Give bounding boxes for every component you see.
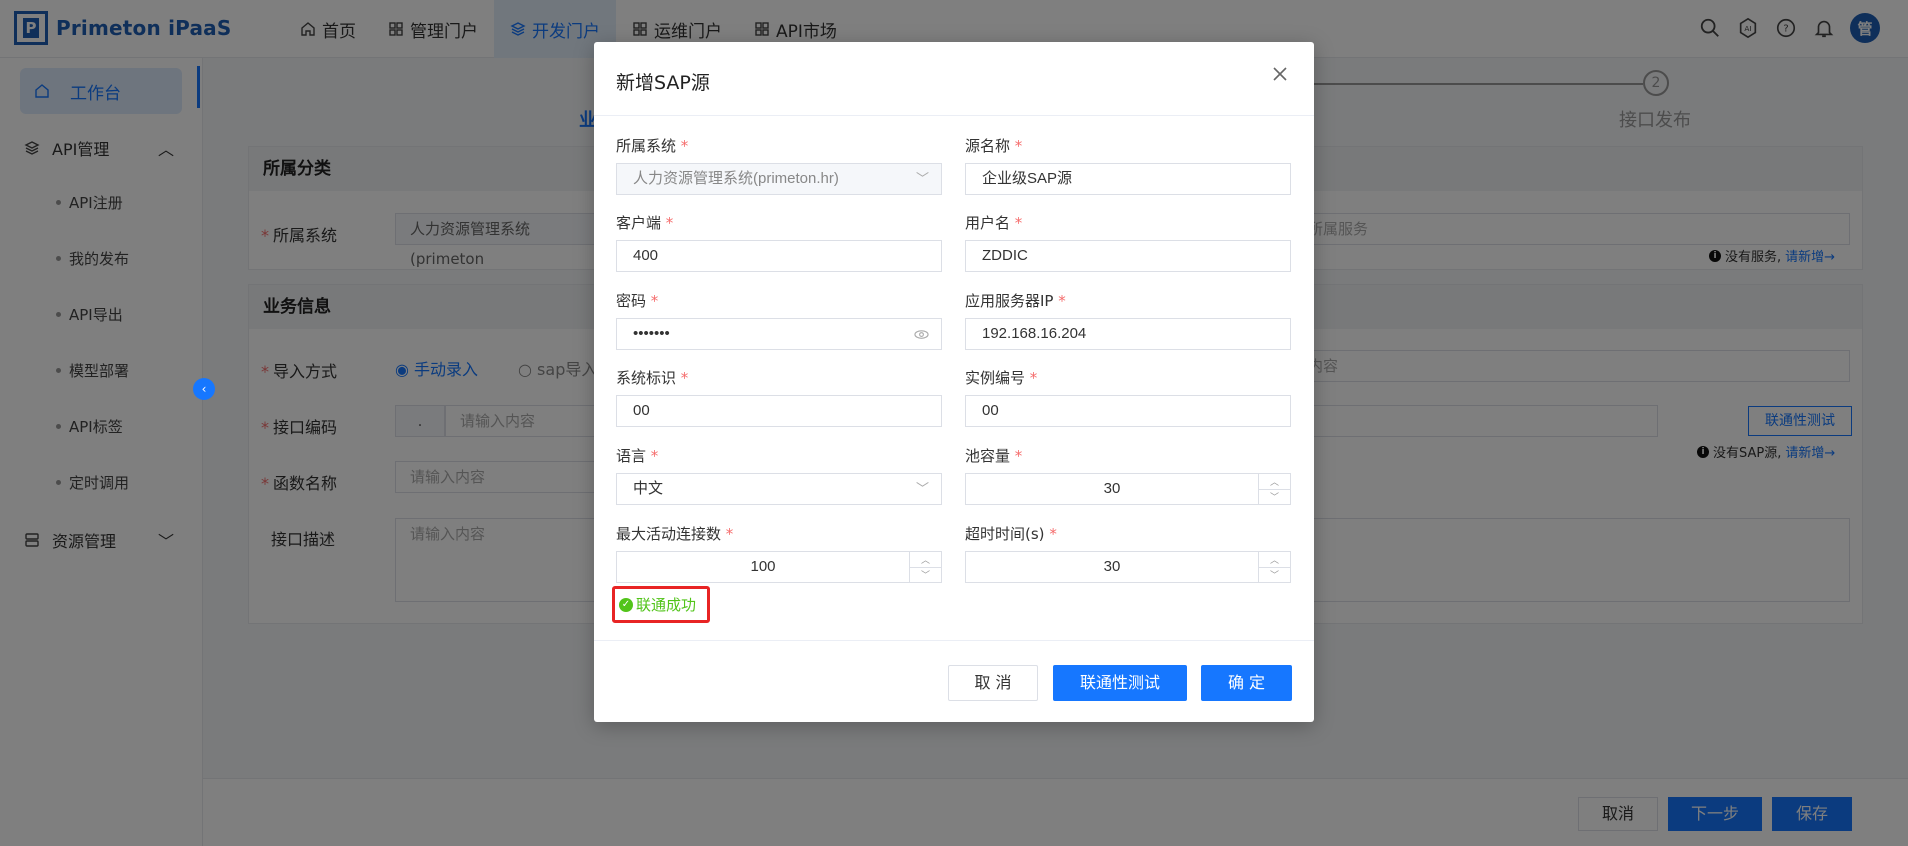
instance-no-input[interactable]: 00	[965, 395, 1291, 427]
dialog-title: 新增SAP源	[616, 72, 710, 94]
add-sap-source-dialog: 新增SAP源 所属系统 * 人力资源管理系统(primeton.hr) ﹀ 源名称…	[594, 42, 1314, 722]
close-icon[interactable]	[1270, 64, 1292, 86]
timeout-spin: ︿ ﹀	[1258, 552, 1290, 582]
sidebar-collapse-icon[interactable]: ‹	[193, 378, 215, 400]
max-conn-label-text: 最大活动连接数	[616, 525, 722, 543]
password-value: •••••••	[633, 325, 670, 342]
system-field-label: 所属系统 *	[616, 137, 689, 155]
username-input[interactable]: ZDDIC	[965, 240, 1291, 272]
max-conn-stepper[interactable]: 100 ︿ ﹀	[616, 551, 942, 583]
password-label-text: 密码	[616, 292, 647, 310]
timeout-label-text: 超时时间(s)	[965, 525, 1045, 543]
connection-success-message: ✓ 联通成功	[612, 586, 710, 623]
increment-icon[interactable]: ︿	[910, 552, 941, 568]
source-name-label-text: 源名称	[965, 137, 1011, 155]
source-name-input[interactable]: 企业级SAP源	[965, 163, 1291, 195]
timeout-stepper[interactable]: 30 ︿ ﹀	[965, 551, 1291, 583]
connection-success-text: 联通成功	[636, 596, 697, 614]
system-id-label: 系统标识 *	[616, 369, 689, 387]
pool-size-value: 30	[1103, 480, 1121, 497]
password-input[interactable]: •••••••	[616, 318, 942, 350]
instance-no-label: 实例编号 *	[965, 369, 1038, 387]
client-label: 客户端 *	[616, 214, 674, 232]
chevron-down-icon: ﹀	[915, 171, 929, 186]
max-conn-spin: ︿ ﹀	[909, 552, 941, 582]
pool-size-label: 池容量 *	[965, 447, 1023, 465]
language-select[interactable]: 中文 ﹀	[616, 473, 942, 505]
system-field-value: 人力资源管理系统(primeton.hr)	[633, 170, 839, 187]
pool-size-label-text: 池容量	[965, 447, 1011, 465]
server-ip-label-text: 应用服务器IP	[965, 292, 1054, 310]
language-value: 中文	[633, 480, 664, 497]
max-conn-value: 100	[750, 558, 776, 575]
increment-icon[interactable]: ︿	[1259, 474, 1290, 490]
chevron-down-icon: ﹀	[915, 481, 929, 496]
source-name-label: 源名称 *	[965, 137, 1023, 155]
instance-no-label-text: 实例编号	[965, 369, 1026, 387]
system-id-label-text: 系统标识	[616, 369, 677, 387]
dialog-footer: 取 消 联通性测试 确 定	[594, 640, 1314, 722]
dialog-conn-test-button[interactable]: 联通性测试	[1053, 665, 1187, 701]
timeout-label: 超时时间(s) *	[965, 525, 1057, 543]
decrement-icon[interactable]: ﹀	[1259, 568, 1290, 583]
dialog-header: 新增SAP源	[594, 42, 1314, 116]
system-field-label-text: 所属系统	[616, 137, 677, 155]
decrement-icon[interactable]: ﹀	[1259, 490, 1290, 505]
max-conn-label: 最大活动连接数 *	[616, 525, 734, 543]
server-ip-label: 应用服务器IP *	[965, 292, 1066, 310]
client-input[interactable]: 400	[616, 240, 942, 272]
dialog-cancel-button[interactable]: 取 消	[948, 665, 1038, 701]
server-ip-input[interactable]: 192.168.16.204	[965, 318, 1291, 350]
pool-size-stepper[interactable]: 30 ︿ ﹀	[965, 473, 1291, 505]
decrement-icon[interactable]: ﹀	[910, 568, 941, 583]
pool-size-spin: ︿ ﹀	[1258, 474, 1290, 504]
system-field-select: 人力资源管理系统(primeton.hr) ﹀	[616, 163, 942, 195]
password-label: 密码 *	[616, 292, 659, 310]
increment-icon[interactable]: ︿	[1259, 552, 1290, 568]
client-label-text: 客户端	[616, 214, 662, 232]
eye-icon[interactable]	[914, 319, 929, 353]
username-label-text: 用户名	[965, 214, 1011, 232]
check-circle-icon: ✓	[619, 597, 633, 612]
dialog-confirm-button[interactable]: 确 定	[1201, 665, 1292, 701]
language-label: 语言 *	[616, 447, 659, 465]
timeout-value: 30	[1103, 558, 1121, 575]
username-label: 用户名 *	[965, 214, 1023, 232]
system-id-input[interactable]: 00	[616, 395, 942, 427]
language-label-text: 语言	[616, 447, 647, 465]
